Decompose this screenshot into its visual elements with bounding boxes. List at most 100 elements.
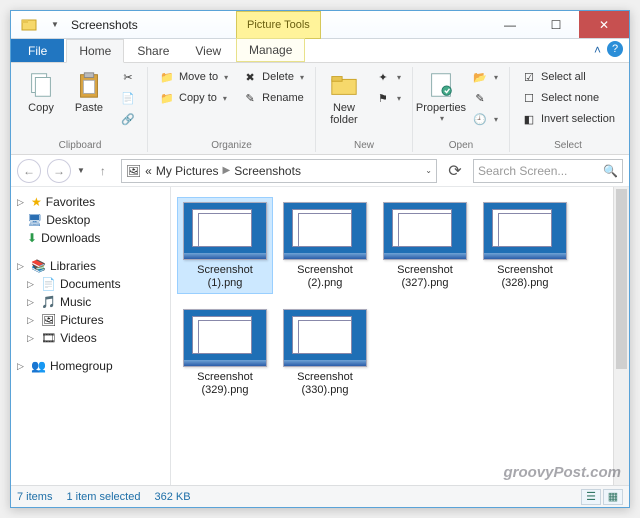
ribbon-tabs: File Home Share View Manage ˄ ?: [11, 39, 629, 63]
open-icon: 📂: [472, 69, 488, 85]
group-label: New: [354, 139, 374, 152]
file-name: Screenshot (330).png: [282, 371, 368, 396]
new-item-button[interactable]: ✦: [370, 67, 406, 87]
cut-button[interactable]: ✂: [115, 67, 141, 87]
nav-videos[interactable]: ▷🎞Videos: [13, 329, 168, 347]
chevron-right-icon[interactable]: ▶: [223, 165, 231, 176]
file-name: Screenshot (327).png: [382, 264, 468, 289]
refresh-button[interactable]: ⟳: [443, 159, 467, 183]
delete-icon: ✖: [242, 69, 258, 85]
status-item-count: 7 items: [17, 491, 52, 503]
back-button[interactable]: ←: [17, 159, 41, 183]
body: ▷★Favorites 🖥Desktop ⬇Downloads ▷📚Librar…: [11, 187, 629, 485]
tab-view[interactable]: View: [182, 39, 234, 62]
file-item[interactable]: Screenshot (2).png: [277, 197, 373, 294]
group-label: Clipboard: [59, 139, 102, 152]
close-button[interactable]: ✕: [579, 11, 629, 38]
file-thumbnail: [183, 309, 267, 367]
paste-shortcut-button[interactable]: 🔗: [115, 109, 141, 129]
system-menu-icon[interactable]: [11, 11, 47, 38]
status-bar: 7 items 1 item selected 362 KB ☰ ▦: [11, 485, 629, 507]
breadcrumb-parent[interactable]: My Pictures: [156, 164, 219, 178]
nav-pictures[interactable]: ▷🖼Pictures: [13, 311, 168, 329]
file-name: Screenshot (328).png: [482, 264, 568, 289]
address-dropdown[interactable]: ⌄: [425, 166, 432, 175]
edit-button[interactable]: ✎: [467, 88, 503, 108]
scissors-icon: ✂: [120, 69, 136, 85]
nav-desktop[interactable]: 🖥Desktop: [13, 211, 168, 229]
homegroup-icon: 👥: [31, 359, 46, 373]
breadcrumb-root[interactable]: «: [145, 164, 152, 178]
rename-icon: ✎: [242, 90, 258, 106]
content-pane[interactable]: Screenshot (1).png Screenshot (2).png Scre…: [171, 187, 629, 485]
minimize-button[interactable]: —: [487, 11, 533, 38]
address-bar[interactable]: 🖼 « My Pictures ▶ Screenshots ⌄: [121, 159, 437, 183]
new-folder-button[interactable]: New folder: [322, 67, 366, 129]
nav-favorites[interactable]: ▷★Favorites: [13, 193, 168, 211]
nav-homegroup[interactable]: ▷👥Homegroup: [13, 357, 168, 375]
nav-music[interactable]: ▷🎵Music: [13, 293, 168, 311]
paste-button[interactable]: Paste: [67, 67, 111, 117]
group-clipboard: Copy Paste ✂ 📄 🔗 Clipboard: [13, 67, 148, 152]
forward-button[interactable]: →: [47, 159, 71, 183]
view-switcher: ☰ ▦: [581, 489, 623, 505]
nav-downloads[interactable]: ⬇Downloads: [13, 229, 168, 247]
properties-button[interactable]: Properties: [419, 67, 463, 126]
tab-share[interactable]: Share: [124, 39, 182, 62]
tab-manage[interactable]: Manage: [236, 38, 305, 62]
copy-to-button[interactable]: 📁Copy to: [154, 88, 233, 108]
new-item-icon: ✦: [375, 69, 391, 85]
tab-home[interactable]: Home: [66, 39, 124, 63]
open-button[interactable]: 📂: [467, 67, 503, 87]
details-view-button[interactable]: ☰: [581, 489, 601, 505]
group-open: Properties 📂 ✎ 🕘 Open: [413, 67, 510, 152]
desktop-icon: 🖥: [27, 213, 42, 227]
file-name: Screenshot (1).png: [182, 264, 268, 289]
breadcrumb-current[interactable]: Screenshots: [234, 164, 301, 178]
file-item[interactable]: Screenshot (327).png: [377, 197, 473, 294]
move-to-button[interactable]: 📁Move to: [154, 67, 233, 87]
copy-button[interactable]: Copy: [19, 67, 63, 117]
delete-button[interactable]: ✖Delete: [237, 67, 309, 87]
nav-documents[interactable]: ▷📄Documents: [13, 275, 168, 293]
file-item[interactable]: Screenshot (328).png: [477, 197, 573, 294]
select-none-icon: ☐: [521, 90, 537, 106]
search-input[interactable]: Search Screen... 🔍: [473, 159, 623, 183]
nav-libraries[interactable]: ▷📚Libraries: [13, 257, 168, 275]
scrollbar-thumb[interactable]: [616, 189, 627, 369]
group-organize: 📁Move to 📁Copy to ✖Delete ✎Rename Organi…: [148, 67, 316, 152]
tab-file[interactable]: File: [11, 39, 64, 62]
music-icon: 🎵: [41, 295, 56, 309]
vertical-scrollbar[interactable]: [613, 187, 629, 485]
easy-access-button[interactable]: ⚑: [370, 88, 406, 108]
up-button[interactable]: ↑: [91, 159, 115, 183]
window-controls: — ☐ ✕: [487, 11, 629, 38]
quick-access-dropdown[interactable]: ▼: [47, 11, 63, 38]
thumbnails-view-button[interactable]: ▦: [603, 489, 623, 505]
navigation-pane[interactable]: ▷★Favorites 🖥Desktop ⬇Downloads ▷📚Librar…: [11, 187, 171, 485]
paste-icon: [74, 70, 104, 100]
recent-locations-dropdown[interactable]: ▼: [77, 166, 85, 175]
history-button[interactable]: 🕘: [467, 109, 503, 129]
file-item[interactable]: Screenshot (330).png: [277, 304, 373, 401]
easy-access-icon: ⚑: [375, 90, 391, 106]
new-folder-icon: [329, 70, 359, 100]
group-label: Organize: [211, 139, 252, 152]
rename-button[interactable]: ✎Rename: [237, 88, 309, 108]
select-all-button[interactable]: ☑Select all: [516, 67, 620, 87]
file-thumbnail: [183, 202, 267, 260]
search-icon: 🔍: [603, 164, 618, 178]
history-icon: 🕘: [472, 111, 488, 127]
collapse-ribbon-button[interactable]: ˄: [594, 43, 601, 57]
group-label: Open: [449, 139, 473, 152]
file-name: Screenshot (329).png: [182, 371, 268, 396]
documents-icon: 📄: [41, 277, 56, 291]
status-size: 362 KB: [154, 491, 190, 503]
select-none-button[interactable]: ☐Select none: [516, 88, 620, 108]
invert-selection-button[interactable]: ◧Invert selection: [516, 109, 620, 129]
file-item[interactable]: Screenshot (329).png: [177, 304, 273, 401]
help-button[interactable]: ?: [607, 41, 623, 57]
copy-path-button[interactable]: 📄: [115, 88, 141, 108]
file-item[interactable]: Screenshot (1).png: [177, 197, 273, 294]
maximize-button[interactable]: ☐: [533, 11, 579, 38]
